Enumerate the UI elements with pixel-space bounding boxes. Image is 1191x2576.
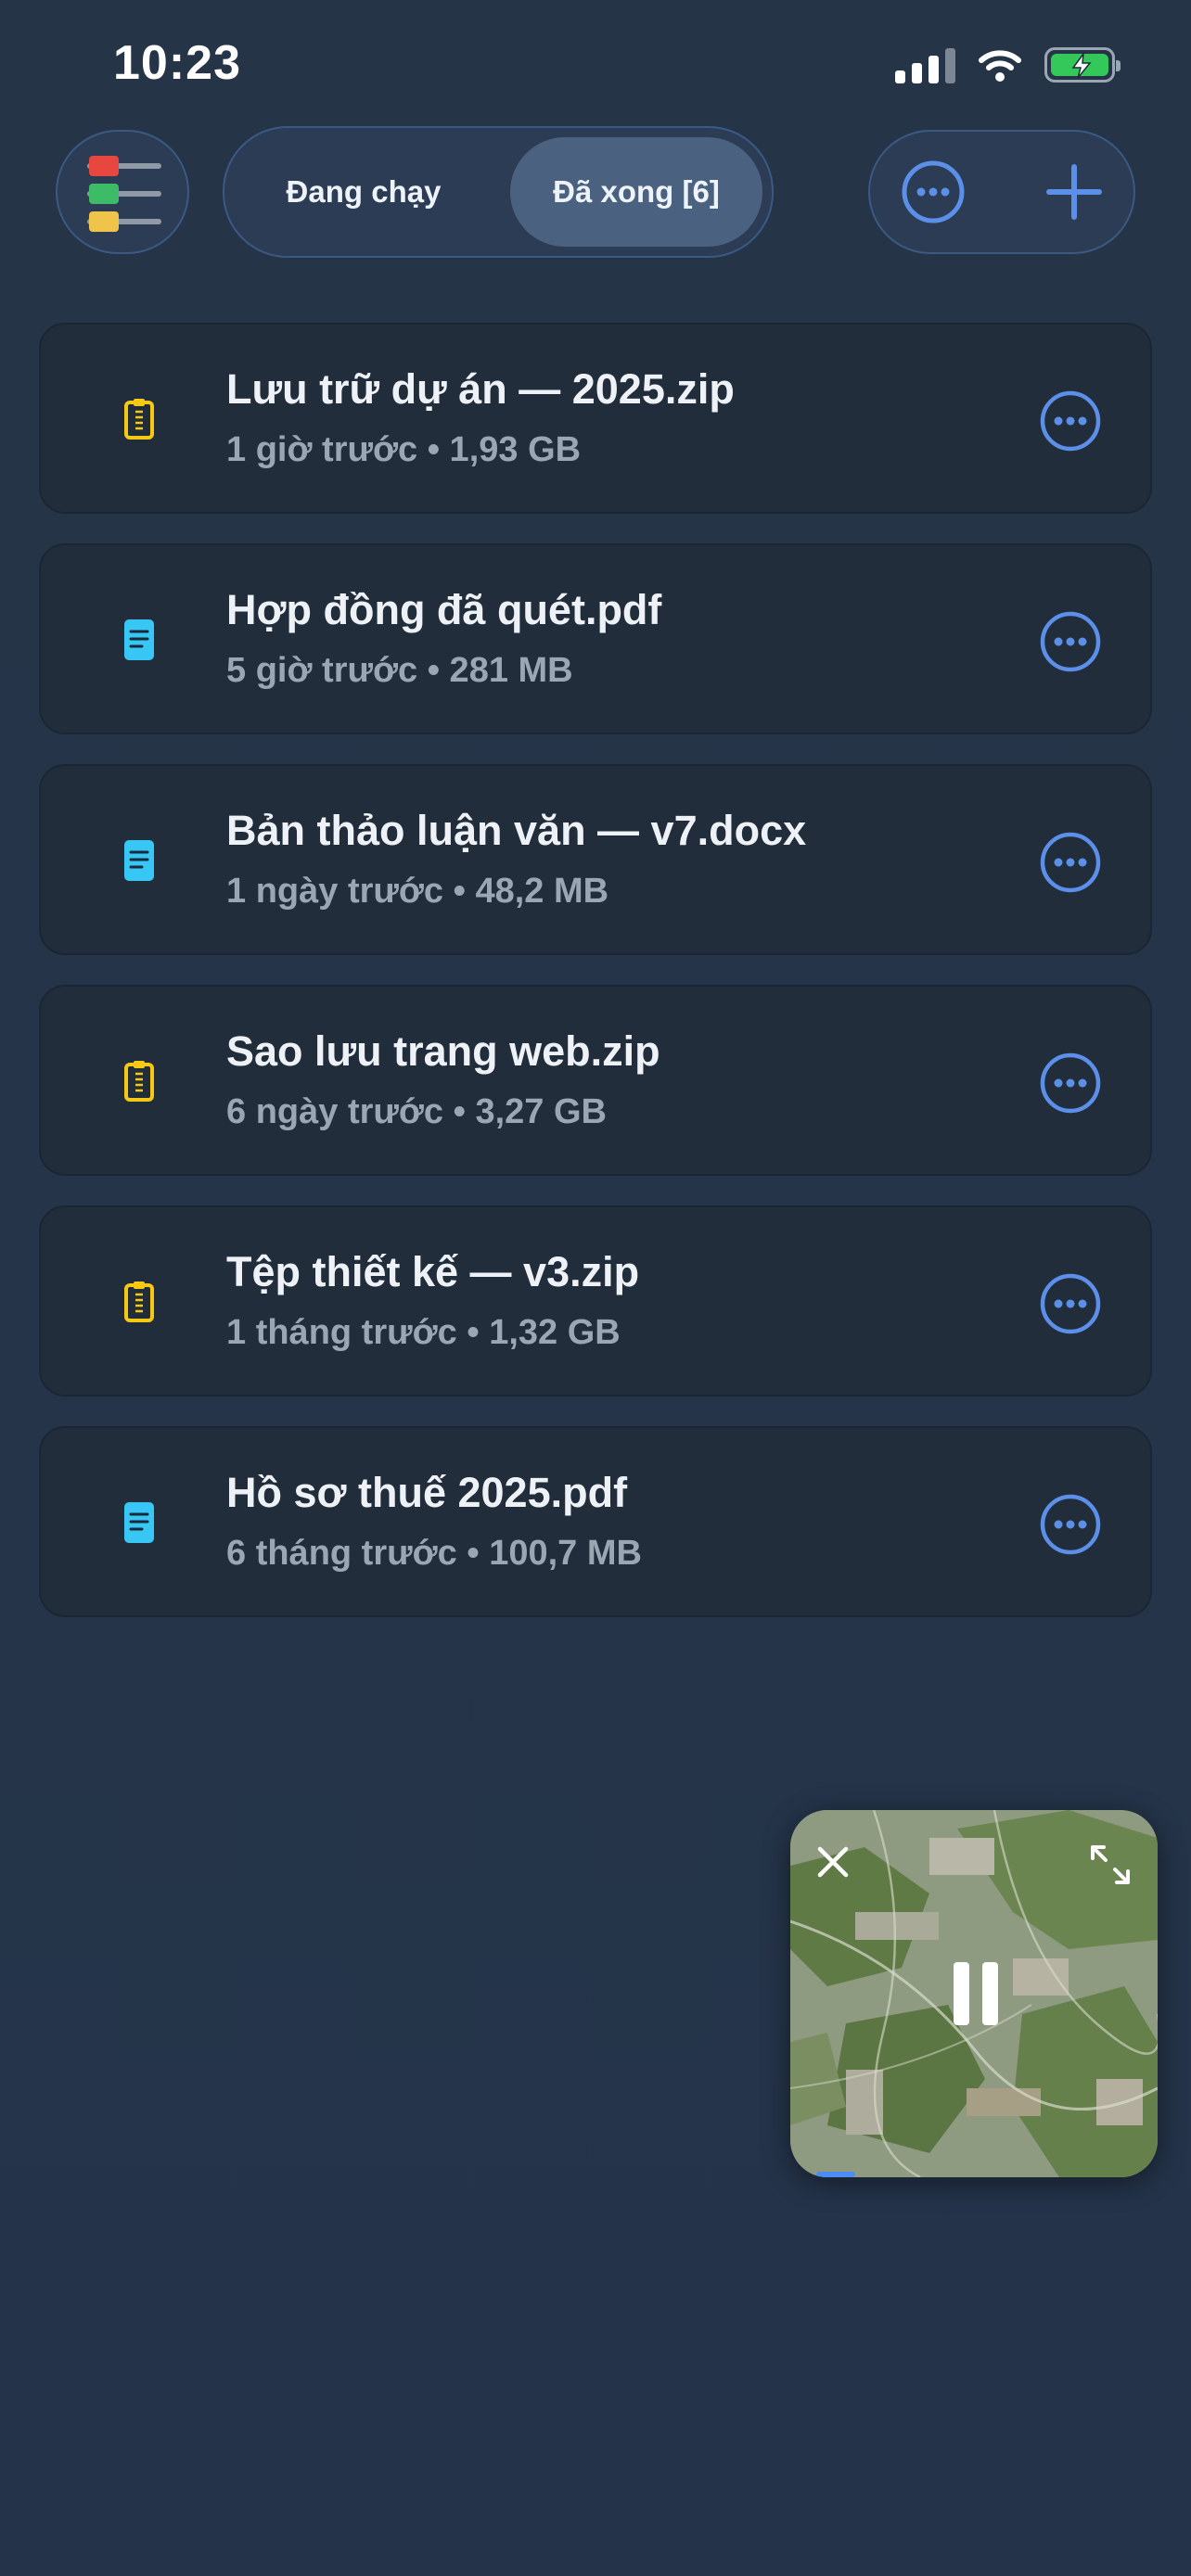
- colored-list-icon: [87, 156, 161, 232]
- tab-done[interactable]: Đã xong [6]: [510, 137, 762, 247]
- more-options-icon[interactable]: [1039, 1493, 1102, 1556]
- file-meta: 6 tháng trước • 100,7 MB: [226, 1534, 642, 1573]
- file-row[interactable]: Hợp đồng đã quét.pdf 5 giờ trước • 281 M…: [39, 543, 1152, 734]
- close-icon[interactable]: [814, 1843, 852, 1881]
- more-options-icon[interactable]: [1039, 389, 1102, 453]
- more-options-icon[interactable]: [896, 155, 970, 229]
- zip-icon: [124, 1282, 154, 1322]
- expand-icon[interactable]: [1089, 1843, 1132, 1886]
- file-row[interactable]: Hồ sơ thuế 2025.pdf 6 tháng trước • 100,…: [39, 1426, 1152, 1617]
- more-options-icon[interactable]: [1039, 1272, 1102, 1335]
- file-row[interactable]: Sao lưu trang web.zip 6 ngày trước • 3,2…: [39, 985, 1152, 1176]
- file-row[interactable]: Bản thảo luận văn — v7.docx 1 ngày trước…: [39, 764, 1152, 955]
- file-meta: 6 ngày trước • 3,27 GB: [226, 1092, 607, 1131]
- menu-button[interactable]: [56, 130, 189, 254]
- document-icon: [124, 840, 154, 881]
- document-icon: [124, 619, 154, 660]
- pause-icon[interactable]: [952, 1962, 1000, 2025]
- file-meta: 5 giờ trước • 281 MB: [226, 651, 573, 690]
- video-progress-bar: [816, 2172, 855, 2177]
- status-icons: [895, 46, 1121, 83]
- status-time: 10:23: [113, 36, 241, 90]
- file-name: Hồ sơ thuế 2025.pdf: [226, 1469, 628, 1516]
- file-name: Tệp thiết kế — v3.zip: [226, 1248, 640, 1295]
- file-meta: 1 ngày trước • 48,2 MB: [226, 872, 609, 911]
- file-meta: 1 giờ trước • 1,93 GB: [226, 430, 582, 469]
- file-list: Lưu trữ dự án — 2025.zip 1 giờ trước • 1…: [39, 323, 1152, 1647]
- status-segmented-control: Đang chạy Đã xong [6]: [223, 126, 774, 258]
- file-row[interactable]: Lưu trữ dự án — 2025.zip 1 giờ trước • 1…: [39, 323, 1152, 514]
- file-meta: 1 tháng trước • 1,32 GB: [226, 1313, 621, 1352]
- wifi-icon: [979, 50, 1021, 82]
- cellular-signal-icon: [895, 46, 955, 83]
- more-options-icon[interactable]: [1039, 831, 1102, 894]
- zip-icon: [124, 1061, 154, 1102]
- picture-in-picture-player[interactable]: [790, 1810, 1158, 2177]
- document-icon: [124, 1502, 154, 1543]
- actions-pill: [868, 130, 1135, 254]
- file-name: Hợp đồng đã quét.pdf: [226, 586, 662, 633]
- file-name: Bản thảo luận văn — v7.docx: [226, 807, 807, 854]
- tab-running[interactable]: Đang chạy: [234, 137, 493, 247]
- file-name: Lưu trữ dự án — 2025.zip: [226, 365, 735, 413]
- more-options-icon[interactable]: [1039, 1052, 1102, 1115]
- battery-icon: [1044, 47, 1121, 83]
- zip-icon: [124, 399, 154, 440]
- file-row[interactable]: Tệp thiết kế — v3.zip 1 tháng trước • 1,…: [39, 1205, 1152, 1396]
- add-icon[interactable]: [1037, 155, 1111, 229]
- file-name: Sao lưu trang web.zip: [226, 1027, 660, 1075]
- more-options-icon[interactable]: [1039, 610, 1102, 673]
- status-bar: 10:23: [0, 0, 1191, 130]
